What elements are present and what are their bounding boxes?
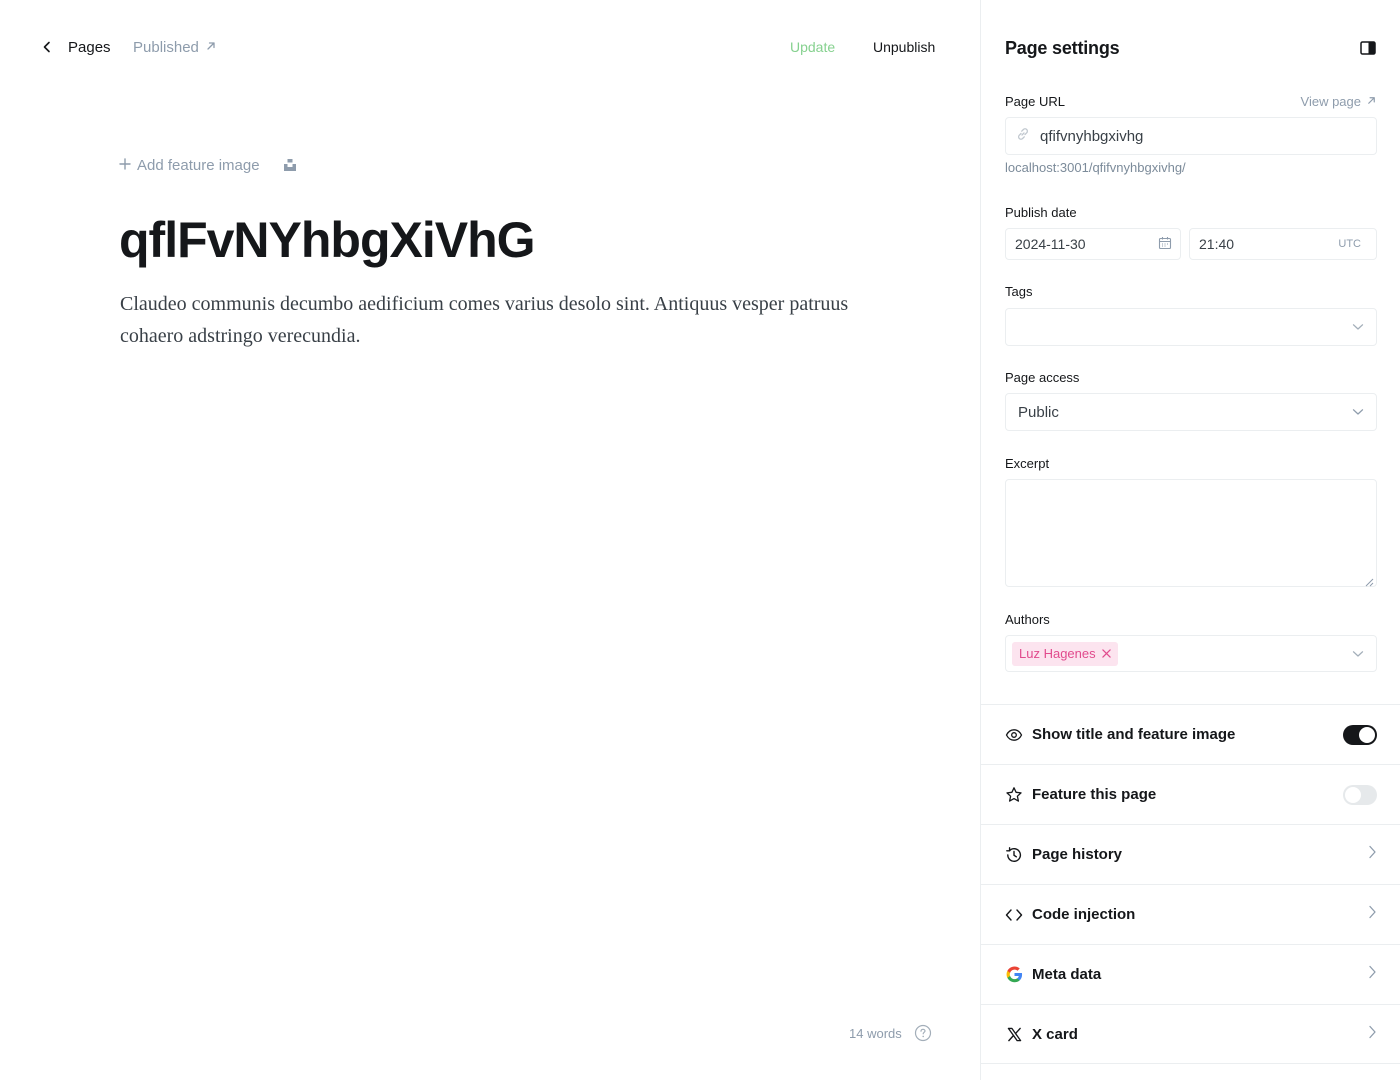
timezone-label: UTC xyxy=(1338,238,1361,250)
unsplash-icon[interactable] xyxy=(282,157,298,173)
word-count-text: 14 words xyxy=(849,1025,902,1041)
page-access-value: Public xyxy=(1018,403,1059,421)
google-icon xyxy=(1005,966,1023,984)
settings-list: Show title and feature image Feature thi… xyxy=(981,704,1400,1064)
excerpt-textarea[interactable] xyxy=(1005,479,1377,587)
show-title-toggle[interactable] xyxy=(1343,724,1377,745)
meta-data-row[interactable]: Meta data xyxy=(981,944,1400,1004)
page-url-value: qfifvnyhbgxivhg xyxy=(1040,127,1144,145)
code-injection-row[interactable]: Code injection xyxy=(981,884,1400,944)
feature-page-label: Feature this page xyxy=(1032,786,1157,803)
authors-label: Authors xyxy=(1005,612,1050,627)
tags-select[interactable] xyxy=(1005,308,1377,346)
show-title-row: Show title and feature image xyxy=(981,704,1400,764)
chevron-left-icon xyxy=(40,40,54,54)
date-value: 2024-11-30 xyxy=(1015,236,1086,252)
chevron-right-icon xyxy=(1368,1025,1377,1044)
add-feature-image-label: Add feature image xyxy=(137,156,260,174)
time-value: 21:40 xyxy=(1199,236,1235,252)
sidebar-right-icon[interactable] xyxy=(1359,39,1377,57)
chevron-down-icon xyxy=(1352,403,1364,421)
panel-title: Page settings xyxy=(1005,37,1120,58)
arrow-up-right-icon xyxy=(1366,94,1377,109)
word-count: 14 words xyxy=(849,1022,932,1044)
x-card-row[interactable]: X card xyxy=(981,1004,1400,1064)
help-circle-icon[interactable] xyxy=(914,1024,932,1042)
tags-label: Tags xyxy=(1005,284,1033,299)
add-feature-image-button[interactable]: Add feature image xyxy=(119,157,260,174)
published-status-link[interactable]: Published xyxy=(133,36,217,58)
calendar-icon[interactable] xyxy=(1158,236,1172,253)
show-title-label: Show title and feature image xyxy=(1032,726,1236,743)
post-title[interactable]: qflFvNYhbgXiVhG xyxy=(119,208,536,272)
feature-image-controls: Add feature image xyxy=(119,154,298,176)
arrow-up-right-icon xyxy=(205,39,217,56)
page-history-label: Page history xyxy=(1032,846,1123,863)
page-settings-panel: Page settings Page URL View page qfifvny… xyxy=(980,0,1400,1080)
post-body[interactable]: Claudeo communis decumbo aedificium come… xyxy=(120,288,880,352)
excerpt-label: Excerpt xyxy=(1005,456,1050,471)
close-icon[interactable] xyxy=(1102,649,1112,659)
feature-page-row: Feature this page xyxy=(981,764,1400,824)
star-icon xyxy=(1005,786,1023,804)
status-label: Published xyxy=(133,38,199,56)
page-url-label-row: Page URL View page xyxy=(1005,94,1377,109)
chevron-down-icon xyxy=(1352,318,1364,336)
plus-icon xyxy=(119,157,131,174)
meta-data-label: Meta data xyxy=(1032,966,1102,983)
page-access-select[interactable]: Public xyxy=(1005,393,1377,431)
page-history-row[interactable]: Page history xyxy=(981,824,1400,884)
toggle-knob xyxy=(1359,726,1375,743)
editor-area: Pages Published Update Unpublish Add fea… xyxy=(0,0,980,1080)
page-access-label: Page access xyxy=(1005,370,1080,385)
editor-topbar: Pages Published Update Unpublish xyxy=(0,0,980,94)
publish-date-label: Publish date xyxy=(1005,205,1077,220)
panel-header: Page settings xyxy=(1005,36,1377,60)
unpublish-button[interactable]: Unpublish xyxy=(873,36,935,58)
authors-select[interactable]: Luz Hagenes xyxy=(1005,635,1377,672)
chevron-right-icon xyxy=(1368,965,1377,984)
resize-handle-icon[interactable] xyxy=(1364,574,1374,587)
chevron-right-icon xyxy=(1368,905,1377,924)
toggle-knob xyxy=(1345,786,1361,803)
back-label: Pages xyxy=(68,38,111,56)
page-url-input[interactable]: qfifvnyhbgxivhg xyxy=(1005,117,1377,155)
eye-icon xyxy=(1005,726,1023,744)
view-page-link[interactable]: View page xyxy=(1301,94,1377,109)
author-tag: Luz Hagenes xyxy=(1012,641,1118,666)
chevron-right-icon xyxy=(1368,845,1377,864)
history-icon xyxy=(1005,846,1023,864)
x-card-label: X card xyxy=(1032,1025,1078,1043)
feature-page-toggle[interactable] xyxy=(1343,784,1377,805)
publish-date-input[interactable]: 2024-11-30 xyxy=(1005,228,1181,260)
publish-time-input[interactable]: 21:40 UTC xyxy=(1189,228,1377,260)
author-name: Luz Hagenes xyxy=(1019,646,1096,661)
page-url-hint: localhost:3001/qfifvnyhbgxivhg/ xyxy=(1005,160,1186,175)
back-to-pages-link[interactable]: Pages xyxy=(40,36,111,58)
view-page-label: View page xyxy=(1300,94,1361,109)
code-icon xyxy=(1005,906,1023,924)
update-button[interactable]: Update xyxy=(790,36,835,58)
code-injection-label: Code injection xyxy=(1032,906,1136,923)
chevron-down-icon xyxy=(1352,645,1364,663)
x-logo-icon xyxy=(1005,1025,1023,1043)
link-icon xyxy=(1016,127,1030,146)
page-url-label: Page URL xyxy=(1005,94,1065,109)
